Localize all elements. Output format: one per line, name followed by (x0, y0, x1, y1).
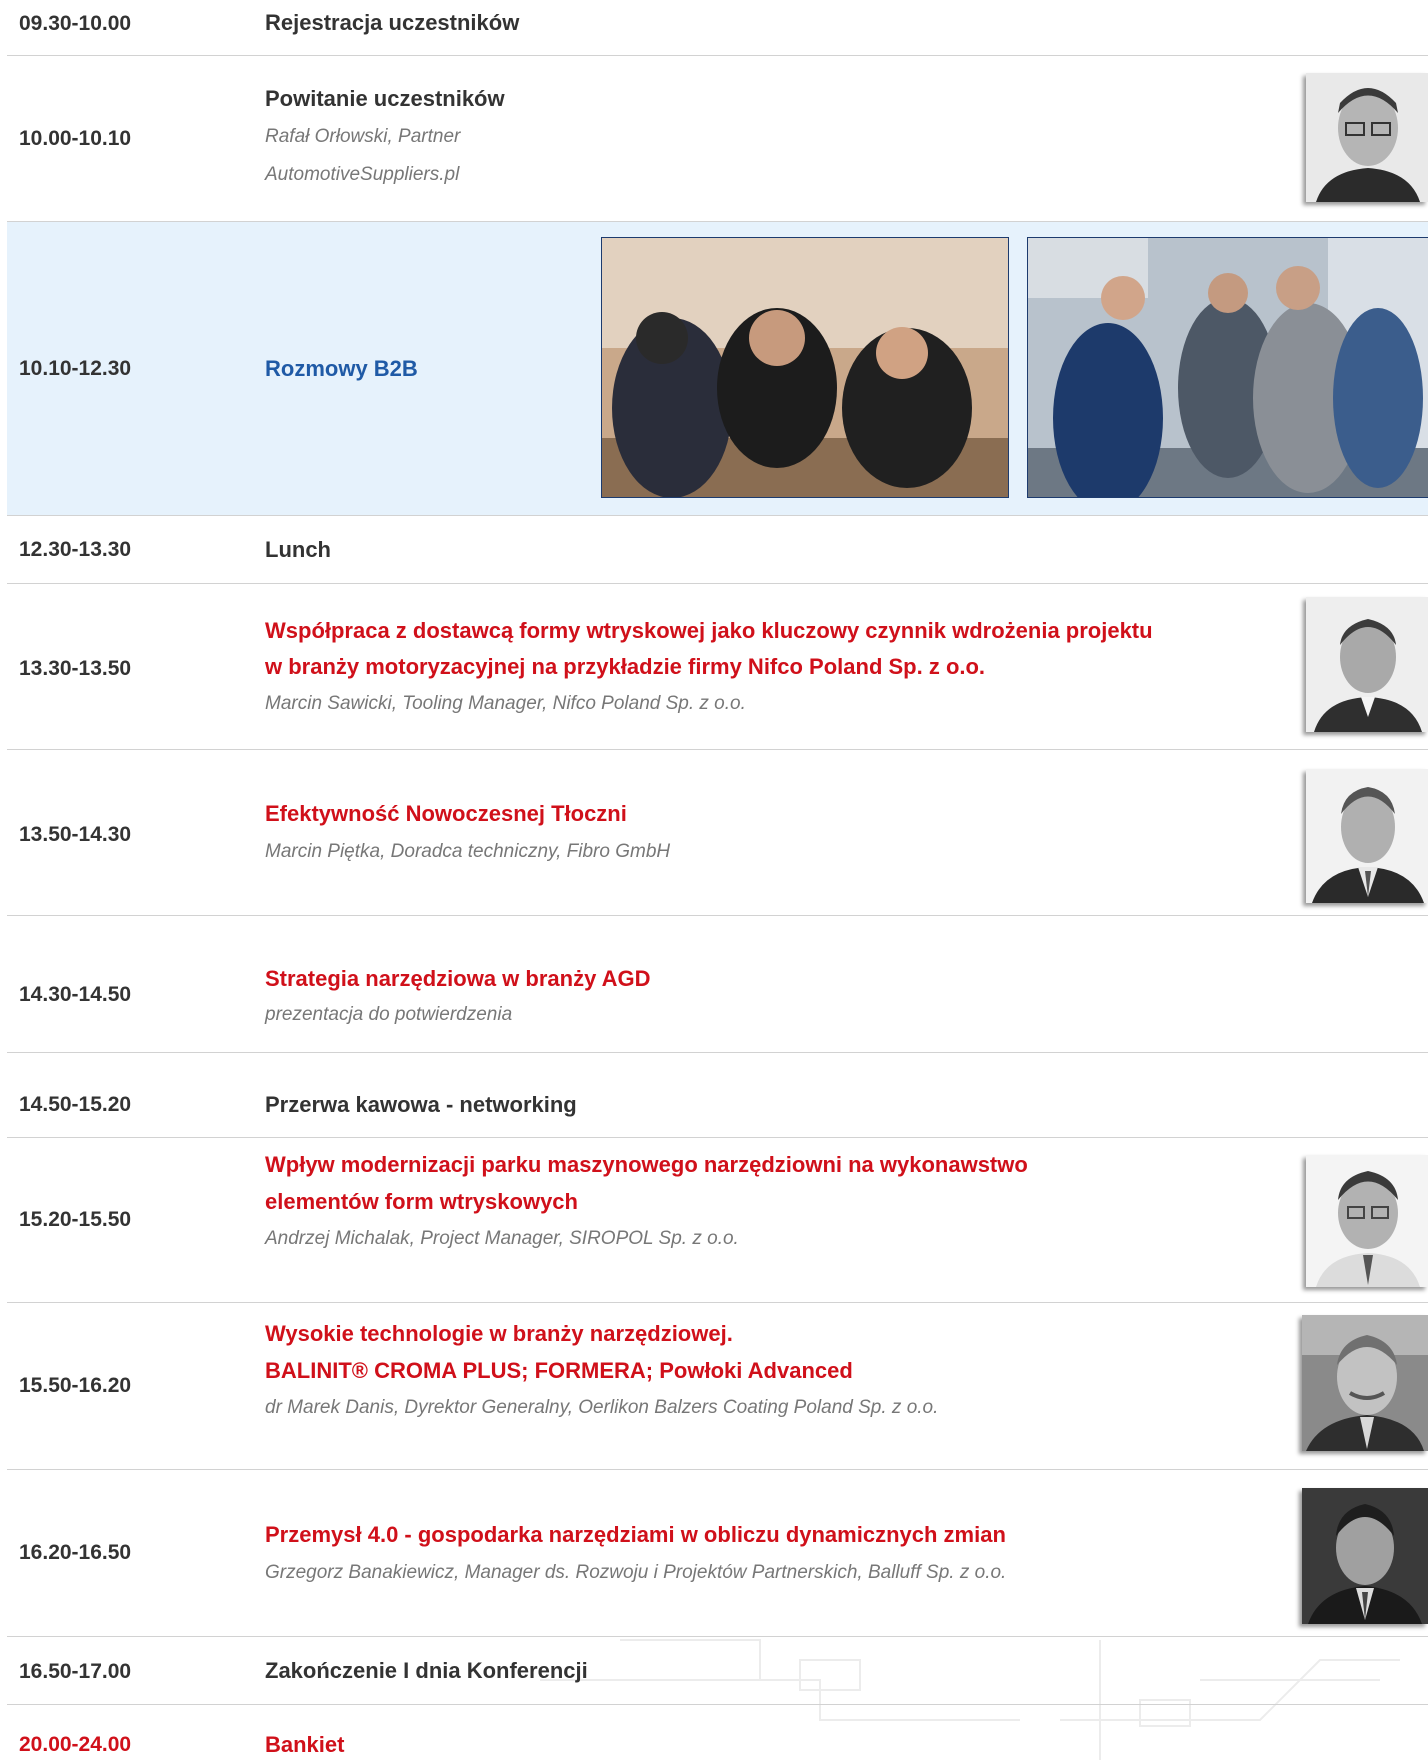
time-slot: 16.50-17.00 (19, 1660, 132, 1683)
session-title: Rejestracja uczestników (265, 10, 520, 35)
session-title: Rozmowy B2B (265, 356, 418, 381)
schedule-row: 09.30-10.00 Rejestracja uczestników (7, 0, 1428, 56)
schedule-row: 20.00-24.00 Bankiet (7, 1705, 1428, 1760)
time-slot: 14.30-14.50 (19, 983, 132, 1006)
session-title: Bankiet (265, 1732, 345, 1757)
session-title: Strategia narzędziowa w branży AGD (265, 966, 651, 991)
speaker-name: Marcin Piętka, Doradca techniczny, Fibro… (265, 841, 671, 862)
session-title: Wpływ modernizacji parku maszynowego nar… (265, 1152, 1028, 1177)
session-title: w branży motoryzacyjnej na przykładzie f… (265, 654, 986, 679)
session-title: Lunch (265, 537, 331, 562)
schedule-row: 14.30-14.50 Strategia narzędziowa w bran… (7, 916, 1428, 1053)
speaker-name: Grzegorz Banakiewicz, Manager ds. Rozwoj… (265, 1562, 1007, 1583)
schedule-row: 16.50-17.00 Zakończenie I dnia Konferenc… (7, 1637, 1428, 1705)
time-slot: 16.20-16.50 (19, 1541, 132, 1564)
schedule-row: 10.00-10.10 Powitanie uczestników Rafał … (7, 56, 1428, 222)
session-title: Powitanie uczestników (265, 86, 505, 111)
schedule-row: 14.50-15.20 Przerwa kawowa - networking (7, 1053, 1428, 1138)
speaker-photo (1306, 73, 1428, 202)
time-slot: 20.00-24.00 (19, 1733, 132, 1756)
time-slot: 10.00-10.10 (19, 127, 132, 150)
time-slot: 14.50-15.20 (19, 1093, 132, 1116)
session-title: BALINIT® CROMA PLUS; FORMERA; Powłoki Ad… (265, 1358, 853, 1383)
time-slot: 15.50-16.20 (19, 1374, 132, 1397)
schedule-row: 12.30-13.30 Lunch (7, 516, 1428, 584)
time-slot: 13.30-13.50 (19, 657, 132, 680)
session-title: Współpraca z dostawcą formy wtryskowej j… (265, 618, 1153, 643)
speaker-photo (1306, 1155, 1428, 1287)
schedule-row-highlight: 10.10-12.30 Rozmowy B2B (7, 222, 1428, 516)
speaker-name: dr Marek Danis, Dyrektor Generalny, Oerl… (265, 1397, 939, 1418)
b2b-meeting-photo (601, 237, 1009, 498)
session-title: Zakończenie I dnia Konferencji (265, 1658, 588, 1683)
time-slot: 09.30-10.00 (19, 12, 132, 35)
session-title: Przemysł 4.0 - gospodarka narzędziami w … (265, 1522, 1006, 1547)
schedule-row: 13.50-14.30 Efektywność Nowoczesnej Tłoc… (7, 750, 1428, 916)
speaker-name: Andrzej Michalak, Project Manager, SIROP… (265, 1228, 739, 1249)
schedule-row: 16.20-16.50 Przemysł 4.0 - gospodarka na… (7, 1470, 1428, 1637)
speaker-name: Rafał Orłowski, Partner (265, 126, 461, 147)
session-title: elementów form wtryskowych (265, 1189, 578, 1214)
session-title: Przerwa kawowa - networking (265, 1092, 577, 1117)
session-title: Wysokie technologie w branży narzędziowe… (265, 1321, 733, 1346)
time-slot: 13.50-14.30 (19, 823, 132, 846)
time-slot: 12.30-13.30 (19, 538, 132, 561)
speaker-name: prezentacja do potwierdzenia (265, 1004, 513, 1025)
speaker-name: Marcin Sawicki, Tooling Manager, Nifco P… (265, 693, 746, 714)
networking-photo (1027, 237, 1428, 498)
speaker-company: AutomotiveSuppliers.pl (265, 164, 460, 185)
schedule-row: 13.30-13.50 Współpraca z dostawcą formy … (7, 584, 1428, 750)
schedule-row: 15.20-15.50 Wpływ modernizacji parku mas… (7, 1138, 1428, 1303)
time-slot: 15.20-15.50 (19, 1208, 132, 1231)
speaker-photo (1302, 1488, 1428, 1624)
speaker-photo (1306, 769, 1428, 903)
speaker-photo (1302, 1315, 1428, 1451)
time-slot: 10.10-12.30 (19, 357, 132, 380)
session-title: Efektywność Nowoczesnej Tłoczni (265, 801, 627, 826)
speaker-photo (1306, 597, 1428, 732)
schedule-row: 15.50-16.20 Wysokie technologie w branży… (7, 1303, 1428, 1470)
